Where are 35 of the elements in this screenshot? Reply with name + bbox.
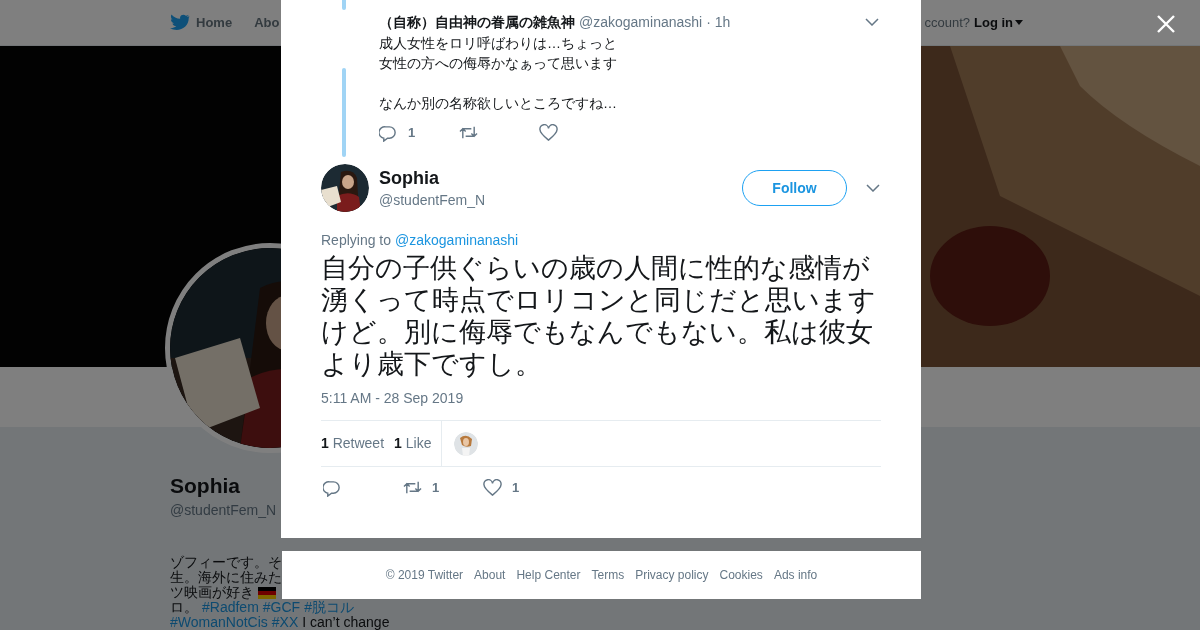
bio-text: ゾフィーです。そ [170, 555, 282, 570]
footer-link[interactable]: Cookies [719, 566, 763, 584]
copyright-text: © 2019 Twitter [385, 567, 464, 584]
caret-icon [1015, 20, 1023, 25]
account-prompt: ccount? [924, 13, 970, 32]
bio-text: ツ映画が好き [170, 585, 254, 600]
bio-text: ロ。 [170, 600, 198, 615]
reply-icon [323, 478, 342, 497]
author-handle[interactable]: @zakogaminanashi [579, 11, 703, 33]
profile-handle: @studentFem_N [170, 501, 277, 520]
nav-link[interactable]: Abo [254, 12, 280, 33]
profile-name: Sophia [170, 473, 240, 499]
close-icon [1156, 14, 1176, 34]
bio-text: I can’t change [302, 615, 390, 630]
bird-icon [170, 14, 190, 31]
more-button[interactable] [865, 18, 879, 26]
bio-text: 生。海外に住みた [170, 570, 282, 585]
chevron-down-icon [865, 18, 879, 26]
nav-link[interactable]: Home [170, 12, 233, 33]
flag-icon [258, 586, 276, 599]
footer-link[interactable]: About [474, 566, 506, 584]
footer-link[interactable]: Privacy policy [635, 566, 709, 584]
author-name[interactable]: （自称）自由神の眷属の雑魚神 [379, 11, 575, 33]
tweet-time[interactable]: · 1h [706, 11, 731, 33]
user-avatar[interactable] [454, 431, 479, 456]
retweet-button[interactable]: 1 [401, 478, 481, 498]
footer-link[interactable]: Ads info [773, 566, 818, 584]
footer-link[interactable]: Terms [591, 566, 625, 584]
heart-icon [483, 478, 502, 497]
like-button[interactable]: 1 [481, 478, 561, 498]
login-link[interactable]: Log in [974, 12, 1023, 33]
footer-link[interactable]: Help Center [516, 566, 581, 584]
tweet-timestamp[interactable]: 5:11 AM - 28 Sep 2019 [321, 389, 881, 407]
stat-link[interactable]: 1 Retweet [321, 433, 385, 454]
stat-link[interactable]: 1 Like [394, 433, 432, 454]
